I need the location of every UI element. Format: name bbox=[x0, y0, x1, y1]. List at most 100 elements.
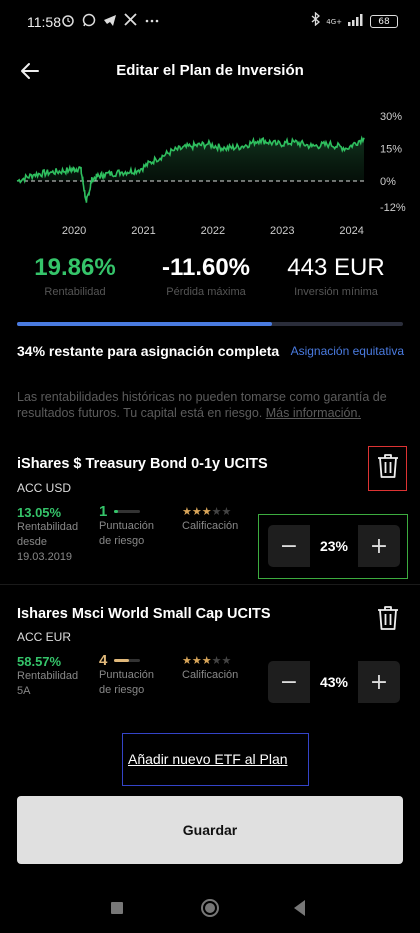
rating-label: Calificación bbox=[182, 669, 239, 681]
fund-return-label: Rentabilidad bbox=[17, 521, 79, 533]
more-info-link[interactable]: Más información. bbox=[266, 406, 361, 420]
delete-fund-button[interactable] bbox=[376, 452, 400, 480]
fund-rating: ★★★★★ Calificación bbox=[182, 504, 238, 534]
system-icons: 4G+ 68 bbox=[311, 11, 398, 31]
star-filled-icon: ★ bbox=[191, 654, 202, 667]
notification-icons bbox=[60, 12, 159, 27]
allocation-stepper: − 43% + bbox=[268, 661, 400, 703]
battery-icon: 68 bbox=[370, 15, 398, 28]
status-bar: 11:58 4G+ 68 bbox=[0, 0, 420, 44]
save-button[interactable]: Guardar bbox=[17, 796, 403, 864]
app-header: Editar el Plan de Inversión bbox=[0, 52, 420, 92]
fund-risk: 4 Puntuación de riesgo bbox=[99, 653, 154, 698]
network-type: 4G+ bbox=[326, 17, 342, 26]
fund-return-value: 58.57% bbox=[17, 654, 62, 669]
metric-max-loss-label: Pérdida máxima bbox=[166, 286, 246, 298]
star-filled-icon: ★ bbox=[182, 505, 192, 518]
system-nav-bar bbox=[0, 890, 420, 926]
star-empty-icon: ★ bbox=[211, 505, 222, 518]
fund-risk: 1 Puntuación de riesgo bbox=[99, 504, 154, 549]
fund-return-period: 5A bbox=[17, 685, 31, 697]
bluetooth-icon bbox=[311, 11, 321, 31]
decrease-button[interactable]: − bbox=[268, 661, 310, 703]
performance-chart: 30% 15% 0% -12% 2020 2021 2022 2023 2024 bbox=[0, 104, 420, 244]
x-tick-label: 2024 bbox=[339, 225, 363, 237]
trash-icon bbox=[378, 606, 398, 630]
risk-score-bar bbox=[114, 659, 141, 662]
telegram-icon bbox=[102, 12, 117, 27]
fund-item: Ishares Msci World Small Cap UCITS ACC E… bbox=[0, 600, 420, 722]
x-tick-label: 2021 bbox=[131, 225, 155, 237]
fund-name: Ishares Msci World Small Cap UCITS bbox=[17, 606, 271, 622]
risk-label: Puntuación bbox=[99, 669, 155, 682]
trash-icon bbox=[378, 454, 398, 478]
y-tick-label: 15% bbox=[380, 144, 402, 156]
allocation-value[interactable]: 43% bbox=[310, 661, 358, 703]
add-etf-link[interactable]: Añadir nuevo ETF al Plan bbox=[128, 751, 288, 767]
metric-max-loss-value: -11.60% bbox=[161, 254, 251, 281]
more-icon bbox=[144, 12, 159, 27]
equal-allocation-link[interactable]: Asignación equitativa bbox=[291, 344, 404, 358]
increase-button[interactable]: + bbox=[358, 661, 400, 703]
risk-label: Puntuación bbox=[99, 520, 155, 533]
metrics-row: 19.86% Rentabilidad -11.60% Pérdida máxi… bbox=[0, 254, 420, 304]
y-tick-label: -12% bbox=[380, 202, 406, 214]
risk-score-fill bbox=[114, 510, 119, 513]
fund-rating: ★★★★★ Calificación bbox=[182, 653, 238, 683]
metric-min-investment: 443 EUR Inversión mínima bbox=[266, 254, 406, 298]
delete-fund-button[interactable] bbox=[376, 604, 400, 632]
allocation-progress-bar bbox=[17, 322, 403, 326]
fund-return: 13.05% Rentabilidad desde 19.03.2019 bbox=[17, 505, 78, 565]
risk-score-bar bbox=[114, 510, 141, 513]
fund-return-label-since: desde bbox=[17, 536, 47, 548]
allocation-remaining-text: 34% restante para asignación completa bbox=[17, 343, 280, 359]
star-empty-icon: ★ bbox=[221, 505, 232, 518]
back-nav-button[interactable] bbox=[294, 900, 305, 916]
fund-share-class: ACC EUR bbox=[17, 630, 72, 644]
metric-min-investment-value: 443 EUR bbox=[287, 254, 385, 281]
x-tick-label: 2020 bbox=[62, 225, 86, 237]
star-empty-icon: ★ bbox=[211, 654, 222, 667]
x-tick-label: 2023 bbox=[270, 225, 294, 237]
fund-share-class: ACC USD bbox=[17, 481, 72, 495]
risk-score-value: 4 bbox=[99, 652, 108, 669]
rating-stars: ★★★★★ bbox=[182, 653, 238, 668]
home-button[interactable] bbox=[201, 899, 219, 917]
x-icon bbox=[123, 12, 138, 27]
chart-svg: 30% 15% 0% -12% 2020 2021 2022 2023 2024 bbox=[16, 111, 406, 237]
risk-disclaimer: Las rentabilidades históricas no pueden … bbox=[17, 389, 403, 421]
metric-max-loss: -11.60% Pérdida máxima bbox=[136, 254, 276, 298]
rating-label: Calificación bbox=[182, 520, 239, 532]
y-tick-label: 30% bbox=[380, 111, 402, 123]
allocation-stepper: − 23% + bbox=[268, 525, 400, 567]
allocation-progress-fill bbox=[17, 322, 272, 326]
signal-icon bbox=[348, 13, 364, 31]
x-tick-label: 2022 bbox=[201, 225, 225, 237]
star-empty-icon: ★ bbox=[221, 654, 232, 667]
fund-return: 58.57% Rentabilidad 5A bbox=[17, 654, 78, 699]
increase-button[interactable]: + bbox=[358, 525, 400, 567]
metric-return: 19.86% Rentabilidad bbox=[5, 254, 145, 298]
page-title: Editar el Plan de Inversión bbox=[116, 62, 304, 79]
allocation-row: 34% restante para asignación completa As… bbox=[17, 343, 407, 363]
fund-return-label: Rentabilidad bbox=[17, 670, 79, 682]
risk-label-2: de riesgo bbox=[99, 684, 145, 697]
fund-item: iShares $ Treasury Bond 0-1y UCITS ACC U… bbox=[0, 440, 420, 585]
status-time: 11:58 bbox=[27, 14, 61, 30]
risk-score-fill bbox=[114, 659, 130, 662]
star-filled-icon: ★ bbox=[201, 505, 212, 518]
star-filled-icon: ★ bbox=[182, 654, 192, 667]
recent-apps-button[interactable] bbox=[111, 902, 123, 914]
risk-score-value: 1 bbox=[99, 503, 108, 520]
metric-return-value: 19.86% bbox=[34, 254, 116, 281]
decrease-button[interactable]: − bbox=[268, 525, 310, 567]
alarm-icon bbox=[60, 12, 75, 27]
star-filled-icon: ★ bbox=[191, 505, 202, 518]
whatsapp-icon bbox=[81, 12, 96, 27]
allocation-value[interactable]: 23% bbox=[310, 525, 358, 567]
rating-stars: ★★★★★ bbox=[182, 504, 238, 519]
metric-min-investment-label: Inversión mínima bbox=[294, 286, 378, 298]
risk-label-2: de riesgo bbox=[99, 535, 145, 548]
star-filled-icon: ★ bbox=[201, 654, 212, 667]
metric-return-label: Rentabilidad bbox=[44, 286, 106, 298]
